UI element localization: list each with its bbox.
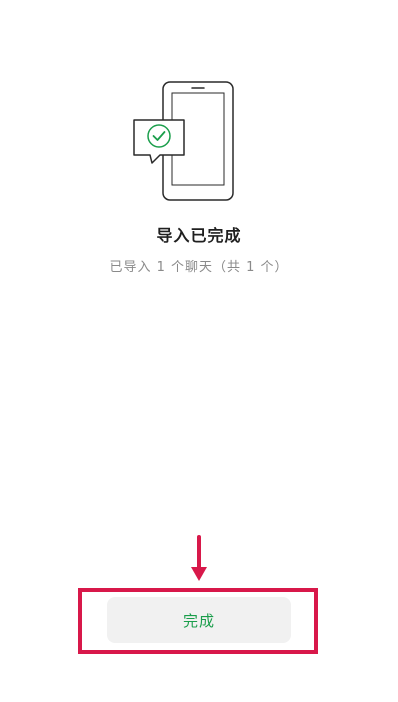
import-complete-illustration [133, 81, 234, 201]
import-complete-title: 导入已完成 [156, 226, 242, 245]
import-summary-text: 已导入 1 个聊天（共 1 个） [109, 260, 289, 275]
done-button[interactable]: 完成 [107, 597, 291, 643]
arrow-down-icon [191, 535, 207, 581]
